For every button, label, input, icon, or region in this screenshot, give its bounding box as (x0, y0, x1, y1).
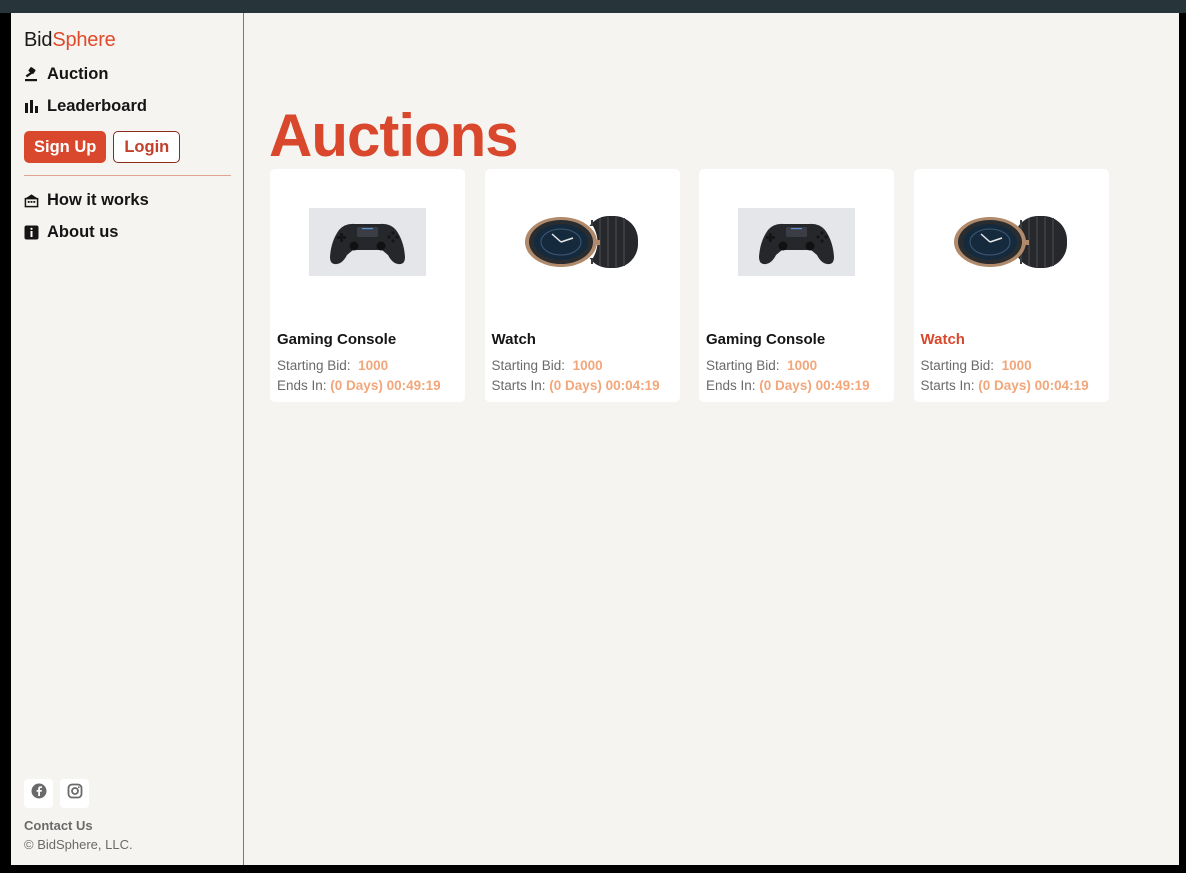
watch-image (914, 169, 1109, 314)
info-icon (24, 225, 39, 240)
facebook-icon (31, 783, 47, 804)
auction-card[interactable]: Watch Starting Bid: 1000 Starts In: (0 D… (484, 169, 680, 402)
watch-image (485, 169, 680, 314)
sidebar-divider (24, 175, 231, 176)
countdown-label: Starts In: (920, 378, 975, 393)
window-top-bar (0, 0, 1186, 13)
building-icon (24, 193, 39, 208)
copyright-text: © BidSphere, LLC. (24, 837, 133, 852)
countdown: Ends In: (0 Days) 00:49:19 (277, 378, 441, 393)
countdown-value: (0 Days) 00:49:19 (330, 378, 441, 393)
countdown-label: Ends In: (277, 378, 327, 393)
starting-bid: Starting Bid: 1000 (921, 358, 1032, 373)
social-links (24, 779, 133, 808)
countdown: Starts In: (0 Days) 00:04:19 (492, 378, 660, 393)
countdown-value: (0 Days) 00:04:19 (549, 378, 660, 393)
nav-item-about-us[interactable]: About us (24, 216, 230, 248)
app-frame: BidSphere Auction Leaderboard Sign Up Lo… (11, 13, 1179, 865)
nav-item-label: How it works (47, 190, 149, 209)
sidebar-footer: Contact Us © BidSphere, LLC. (24, 779, 133, 852)
signup-button[interactable]: Sign Up (24, 131, 107, 163)
auction-card[interactable]: Gaming Console Starting Bid: 1000 Ends I… (270, 169, 465, 402)
starting-bid-value: 1000 (787, 358, 818, 373)
countdown: Ends In: (0 Days) 00:49:19 (706, 378, 870, 393)
starting-bid-label: Starting Bid: (706, 358, 780, 373)
brand-name-part1: Bid (24, 29, 53, 51)
nav-item-label: Auction (47, 64, 109, 83)
nav-item-label: Leaderboard (47, 96, 147, 115)
main-content: Auctions Gaming Console Starting Bid: 10… (244, 13, 1179, 865)
starting-bid: Starting Bid: 1000 (492, 358, 603, 373)
gamepad-image (270, 169, 465, 314)
nav-item-auction[interactable]: Auction (24, 58, 230, 90)
instagram-link[interactable] (60, 779, 89, 808)
starting-bid: Starting Bid: 1000 (277, 358, 388, 373)
gavel-icon (24, 66, 39, 82)
auth-buttons: Sign Up Login (24, 131, 230, 163)
auction-card[interactable]: Gaming Console Starting Bid: 1000 Ends I… (699, 169, 894, 402)
countdown-label: Ends In: (706, 378, 756, 393)
countdown-label: Starts In: (491, 378, 546, 393)
starting-bid: Starting Bid: 1000 (706, 358, 817, 373)
brand-name-part2: Sphere (52, 29, 116, 51)
nav-item-label: About us (47, 222, 119, 241)
bar-chart-icon (24, 99, 39, 114)
sidebar: BidSphere Auction Leaderboard Sign Up Lo… (11, 13, 244, 865)
card-title: Watch (491, 331, 536, 348)
starting-bid-value: 1000 (358, 358, 389, 373)
countdown-value: (0 Days) 00:04:19 (978, 378, 1089, 393)
nav-item-how-it-works[interactable]: How it works (24, 184, 230, 216)
gamepad-image (699, 169, 894, 314)
nav-item-leaderboard[interactable]: Leaderboard (24, 90, 230, 122)
brand-logo[interactable]: BidSphere (24, 29, 230, 52)
instagram-icon (67, 783, 83, 804)
countdown-value: (0 Days) 00:49:19 (759, 378, 870, 393)
starting-bid-value: 1000 (572, 358, 603, 373)
page-title: Auctions (269, 102, 519, 169)
starting-bid-value: 1000 (1001, 358, 1032, 373)
starting-bid-label: Starting Bid: (920, 358, 995, 373)
card-title: Gaming Console (277, 331, 397, 348)
login-button[interactable]: Login (113, 131, 181, 163)
card-title: Watch (920, 331, 965, 348)
facebook-link[interactable] (24, 779, 53, 808)
auction-card[interactable]: Watch Starting Bid: 1000 Starts In: (0 D… (913, 169, 1109, 402)
card-title: Gaming Console (706, 331, 826, 348)
starting-bid-label: Starting Bid: (277, 358, 351, 373)
contact-us-link[interactable]: Contact Us (24, 818, 133, 833)
countdown: Starts In: (0 Days) 00:04:19 (921, 378, 1089, 393)
auction-card-list: Gaming Console Starting Bid: 1000 Ends I… (270, 169, 1109, 402)
starting-bid-label: Starting Bid: (491, 358, 566, 373)
